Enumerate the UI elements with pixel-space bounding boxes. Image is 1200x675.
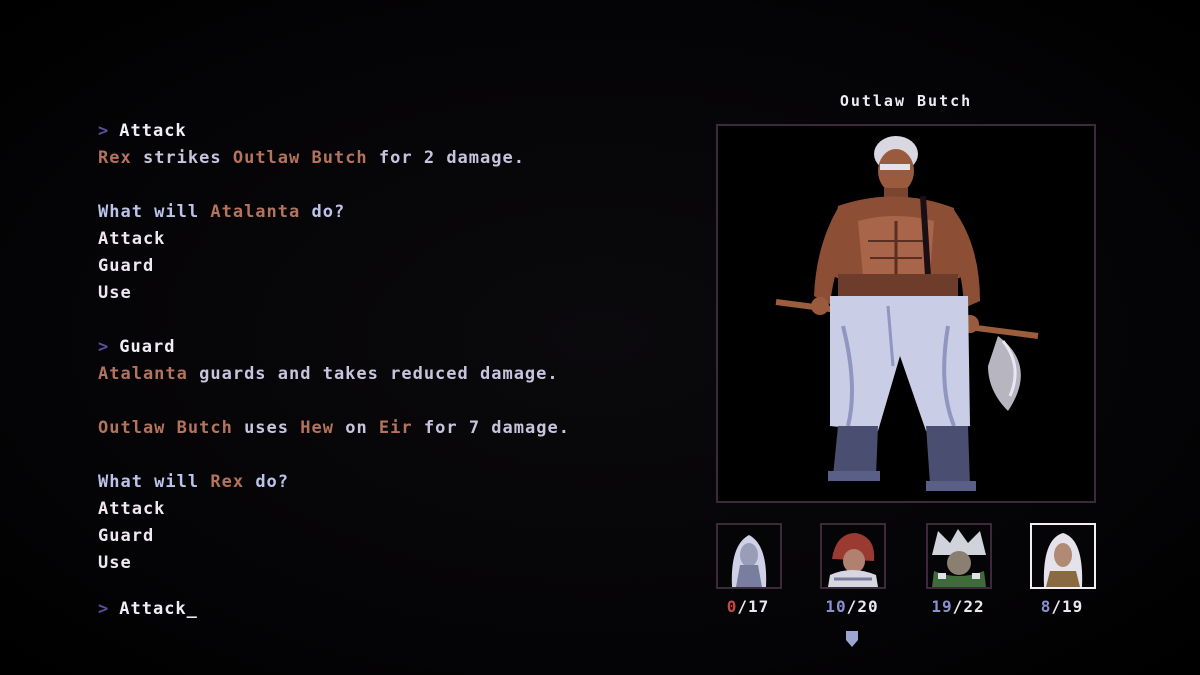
log-text: do?	[244, 472, 290, 492]
prompt-arrow-icon: >	[98, 599, 110, 619]
party-member-2-hp: 10/20	[807, 597, 897, 616]
enemy-sprite	[775, 136, 1039, 491]
party-member-2-portrait[interactable]	[820, 523, 886, 589]
log-name: Rex	[210, 472, 245, 492]
hp-max: 20	[857, 597, 879, 616]
log-name: Rex	[98, 148, 132, 168]
white-haired-elf-portrait	[718, 525, 780, 587]
log-command-line: > Guard	[98, 334, 678, 361]
hp-current: 10	[825, 597, 847, 616]
command-input-text: Attack	[119, 599, 187, 619]
log-spacer	[98, 388, 678, 415]
log-name: Outlaw Butch	[232, 148, 368, 168]
log-spacer	[98, 442, 678, 469]
hp-separator: /	[952, 597, 964, 616]
log-text: strikes	[131, 148, 233, 168]
log-text: uses	[232, 418, 301, 438]
log-question: What will Rex do?	[98, 469, 678, 496]
red-hooded-portrait	[822, 525, 884, 587]
party-member-1-hp: 0/17	[703, 597, 793, 616]
log-spacer	[98, 172, 678, 199]
log-text: for 7 damage.	[412, 418, 570, 438]
log-name: Hew	[300, 418, 334, 438]
hp-max: 17	[748, 597, 770, 616]
command-input[interactable]: > Attack_	[98, 596, 198, 623]
battle-log: > Attack Rex strikes Outlaw Butch for 2 d…	[98, 118, 678, 577]
log-command: Attack	[119, 121, 187, 141]
option-use[interactable]: Use	[98, 280, 678, 307]
option-guard[interactable]: Guard	[98, 523, 678, 550]
hp-current: 19	[931, 597, 953, 616]
hp-current: 8	[1040, 597, 1052, 616]
log-text: for 2 damage.	[367, 148, 525, 168]
prompt-arrow-icon: >	[98, 121, 110, 141]
log-text: What will	[98, 472, 211, 492]
hp-current: 0	[726, 597, 738, 616]
enemy-name: Outlaw Butch	[839, 92, 973, 110]
white-haired-woman-portrait	[1032, 525, 1094, 587]
hp-separator: /	[1051, 597, 1062, 616]
hp-separator: /	[737, 597, 748, 616]
text-cursor: _	[186, 599, 198, 619]
log-text: do?	[300, 202, 346, 222]
log-name: Atalanta	[210, 202, 301, 222]
log-message: Atalanta guards and takes reduced damage…	[98, 361, 678, 388]
option-guard[interactable]: Guard	[98, 253, 678, 280]
log-name: Atalanta	[98, 364, 188, 384]
log-message: Outlaw Butch uses Hew on Eir for 7 damag…	[98, 415, 678, 442]
log-text: What will	[98, 202, 211, 222]
hp-max: 19	[1062, 597, 1084, 616]
party-member-3-portrait[interactable]	[926, 523, 992, 589]
log-name: Eir	[378, 418, 413, 438]
log-message: Rex strikes Outlaw Butch for 2 damage.	[98, 145, 678, 172]
log-name: Outlaw Butch	[98, 418, 233, 438]
log-command: Guard	[119, 337, 176, 357]
party-member-4-hp: 8/19	[1017, 597, 1107, 616]
option-attack[interactable]: Attack	[98, 226, 678, 253]
log-command-line: > Attack	[98, 118, 678, 145]
enemy-portrait-frame[interactable]	[716, 124, 1096, 503]
log-text: guards and takes reduced damage.	[187, 364, 559, 384]
hp-separator: /	[846, 597, 858, 616]
game-screen: > Attack Rex strikes Outlaw Butch for 2 d…	[0, 0, 1200, 675]
party-member-3-hp: 19/22	[913, 597, 1003, 616]
option-attack[interactable]: Attack	[98, 496, 678, 523]
option-use[interactable]: Use	[98, 550, 678, 577]
log-question: What will Atalanta do?	[98, 199, 678, 226]
log-text: on	[333, 418, 379, 438]
party-member-4-portrait[interactable]	[1030, 523, 1096, 589]
party-member-1-portrait[interactable]	[716, 523, 782, 589]
prompt-arrow-icon: >	[98, 337, 110, 357]
wild-haired-portrait	[928, 525, 990, 587]
hp-max: 22	[963, 597, 985, 616]
turn-marker-icon	[846, 631, 858, 647]
log-spacer	[98, 307, 678, 334]
